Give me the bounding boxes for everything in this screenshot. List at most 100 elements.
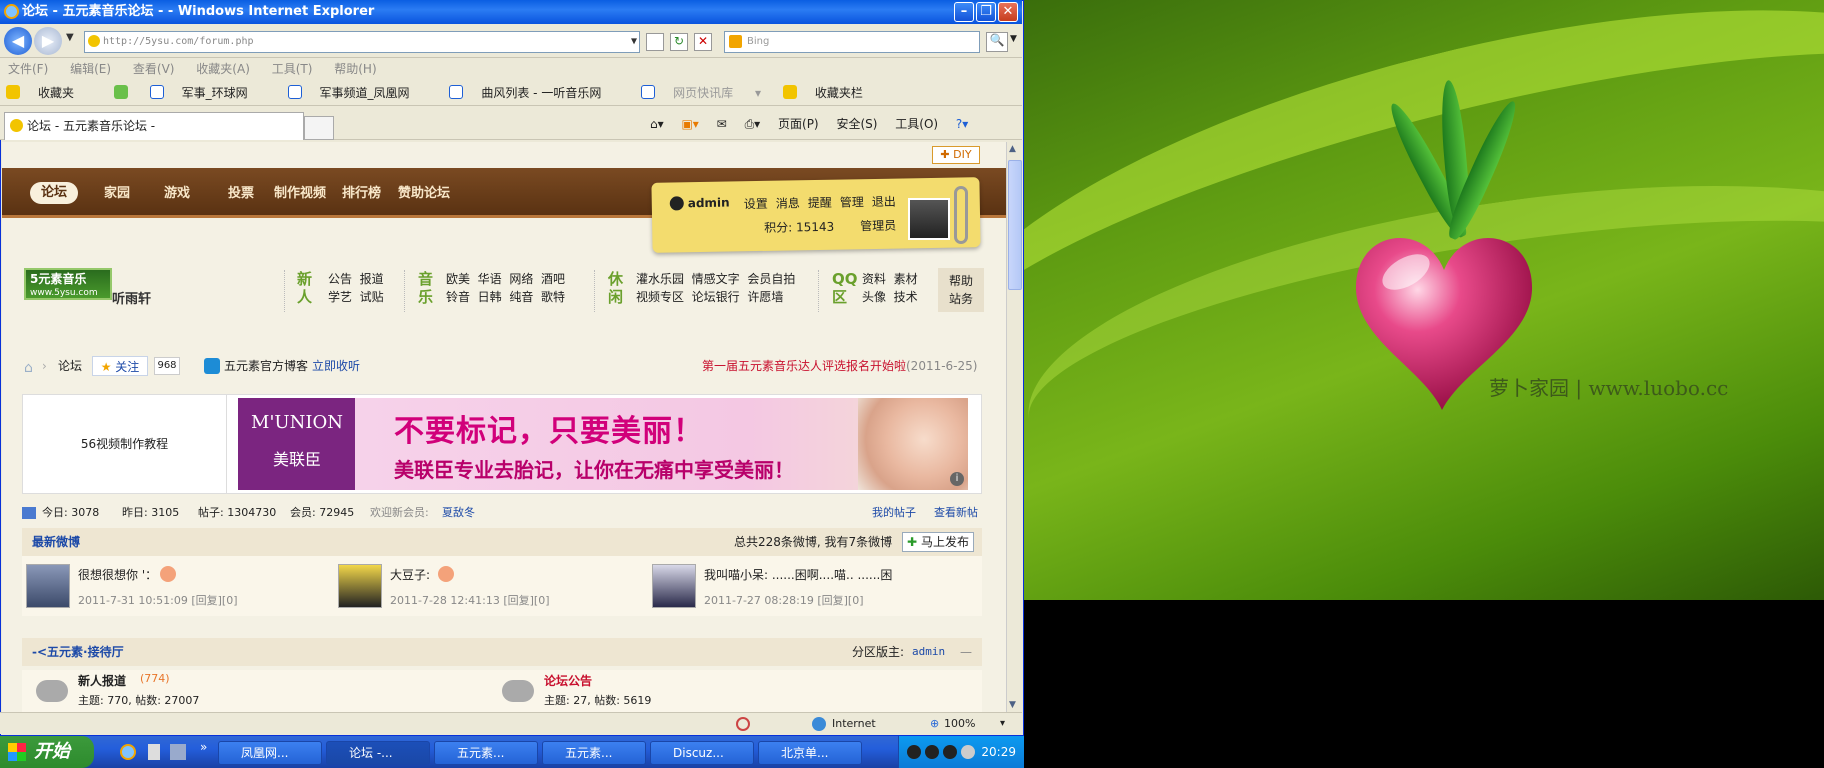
popup-blocker-icon[interactable] (736, 717, 750, 731)
tools-menu[interactable]: 工具(O) (895, 117, 938, 131)
search-options-icon[interactable]: ▼ (1010, 34, 1017, 44)
mail-icon[interactable]: ✉ (717, 117, 727, 131)
cat-lead-leisure[interactable]: 休闲 (608, 270, 626, 306)
user-logout[interactable]: 退出 (872, 193, 896, 210)
nav-games[interactable]: 游戏 (164, 182, 190, 201)
minimize-button[interactable]: – (954, 2, 974, 22)
cat-link[interactable]: 公告 (328, 272, 352, 286)
follow-button[interactable]: ★ 关注 (92, 356, 148, 376)
help-icon[interactable]: ?▾ (956, 117, 968, 131)
history-dropdown-icon[interactable]: ▼ (66, 32, 74, 43)
ad-info-icon[interactable]: i (950, 472, 964, 486)
add-favorite-icon[interactable] (113, 85, 128, 99)
ad-left-link[interactable]: 56视频制作教程 (23, 395, 227, 493)
qq-tray-icon[interactable] (907, 745, 921, 759)
task-button[interactable]: 五元素... (542, 741, 646, 765)
cat-lead-qq[interactable]: QQ区 (832, 270, 858, 306)
cat-link[interactable]: 灌水乐园 (636, 272, 684, 286)
volume-icon[interactable] (961, 745, 975, 759)
cat-link[interactable]: 情感文字 (692, 272, 740, 286)
quicklaunch-app-icon[interactable] (170, 744, 186, 760)
blog-name[interactable]: 五元素官方博客 (224, 356, 308, 376)
nav-ranking[interactable]: 排行榜 (342, 182, 381, 201)
user-messages[interactable]: 消息 (776, 194, 800, 211)
user-alerts[interactable]: 提醒 (808, 194, 832, 211)
fav-link-5[interactable]: 收藏夹栏 (782, 85, 881, 100)
quicklaunch-more-icon[interactable]: » (200, 740, 207, 754)
cat-link[interactable]: 素材 (894, 272, 918, 286)
home-icon[interactable]: ⌂▾ (650, 117, 664, 131)
feeds-icon[interactable]: ▣▾ (681, 117, 698, 131)
nav-video[interactable]: 制作视频 (274, 182, 326, 201)
new-tab-button[interactable] (304, 116, 334, 140)
user-role[interactable]: 管理员 (860, 217, 896, 235)
cat-link[interactable]: 纯音 (509, 290, 533, 304)
nav-sponsor[interactable]: 赞助论坛 (398, 182, 450, 201)
fav-link-1[interactable]: 军事_环球网 (149, 85, 266, 100)
task-button[interactable]: 凤凰网... (218, 741, 322, 765)
cat-link[interactable]: 华语 (478, 272, 502, 286)
cat-link[interactable]: 论坛银行 (692, 290, 740, 304)
user-settings[interactable]: 设置 (744, 195, 768, 212)
cat-link[interactable]: 歌特 (541, 290, 565, 304)
blog-follow-link[interactable]: 立即收听 (312, 356, 360, 376)
user-avatar[interactable] (908, 198, 950, 240)
weibo-avatar[interactable] (26, 564, 70, 608)
weibo-meta[interactable]: 2011-7-31 10:51:09 [回复][0] (78, 592, 238, 608)
diy-button[interactable]: ✚ DIY (932, 146, 980, 164)
cat-lead-newbie[interactable]: 新人 (297, 270, 315, 306)
cat-link[interactable]: 许愿墙 (747, 290, 783, 304)
fav-link-3[interactable]: 曲风列表 - 一听音乐网 (449, 85, 619, 100)
zone-moderator[interactable]: admin (912, 638, 945, 666)
search-input[interactable]: Bing (724, 31, 980, 53)
clock[interactable]: 20:29 (981, 745, 1016, 759)
cat-link[interactable]: 资料 (862, 272, 886, 286)
cat-link[interactable]: 日韩 (478, 290, 502, 304)
menu-tools[interactable]: 工具(T) (272, 62, 313, 76)
cat-link[interactable]: 网络 (509, 272, 533, 286)
weibo-meta[interactable]: 2011-7-27 08:28:19 [回复][0] (704, 592, 864, 608)
forward-button[interactable]: ▶ (34, 27, 62, 55)
fav-link-4[interactable]: 网页快讯库 ▾ (641, 85, 761, 100)
menu-favorites[interactable]: 收藏夹(A) (196, 62, 250, 76)
safety-menu[interactable]: 安全(S) (836, 117, 877, 131)
print-icon[interactable]: ⎙▾ (745, 117, 761, 131)
menu-help[interactable]: 帮助(H) (334, 62, 376, 76)
address-dropdown-icon[interactable]: ▼ (631, 32, 637, 52)
notice-link[interactable]: 第一届五元素音乐达人评选报名开始啦 (702, 356, 906, 376)
nav-vote[interactable]: 投票 (228, 182, 254, 201)
cat-link[interactable]: 欧美 (446, 272, 470, 286)
title-bar[interactable]: 论坛 - 五元素音乐论坛 - - Windows Internet Explor… (0, 0, 1022, 24)
cat-link[interactable]: 报道 (360, 272, 384, 286)
cat-link[interactable]: 试贴 (360, 290, 384, 304)
nav-home[interactable]: 家园 (104, 182, 130, 201)
user-points[interactable]: 积分: 15143 (764, 218, 834, 236)
weibo-title[interactable]: 最新微博 (32, 535, 80, 549)
zone-collapse-icon[interactable]: — (960, 638, 972, 666)
zoom-icon[interactable]: ⊕ (930, 713, 939, 735)
quicklaunch-ie-icon[interactable] (120, 744, 136, 760)
menu-edit[interactable]: 编辑(E) (70, 62, 111, 76)
quicklaunch-tool-icon[interactable] (148, 744, 160, 760)
scroll-up-icon[interactable]: ▲ (1009, 144, 1016, 154)
task-button[interactable]: 五元素... (434, 741, 538, 765)
vertical-scrollbar[interactable]: ▲ ▼ (1006, 142, 1022, 712)
cat-link[interactable]: 铃音 (446, 290, 470, 304)
qq-tray-icon[interactable] (943, 745, 957, 759)
close-button[interactable]: ✕ (998, 2, 1018, 22)
tab-active[interactable]: 论坛 - 五元素音乐论坛 - (4, 112, 304, 140)
user-admin[interactable]: 管理 (840, 193, 864, 210)
weibo-avatar[interactable] (652, 564, 696, 608)
back-button[interactable]: ◀ (4, 27, 32, 55)
forum-name[interactable]: 论坛公告 (544, 672, 592, 689)
stop-icon[interactable]: ✕ (694, 33, 712, 51)
weibo-publish-button[interactable]: ✚ 马上发布 (902, 532, 974, 552)
zone-title[interactable]: -<五元素·接待厅 (32, 645, 124, 659)
user-name[interactable]: admin (688, 196, 730, 211)
cat-link[interactable]: 学艺 (328, 290, 352, 304)
new-posts-link[interactable]: 查看新帖 (934, 504, 978, 522)
cat-link[interactable]: 酒吧 (541, 272, 565, 286)
scroll-down-icon[interactable]: ▼ (1009, 700, 1016, 710)
cat-lead-music[interactable]: 音乐 (418, 270, 436, 306)
weibo-meta[interactable]: 2011-7-28 12:41:13 [回复][0] (390, 592, 550, 608)
